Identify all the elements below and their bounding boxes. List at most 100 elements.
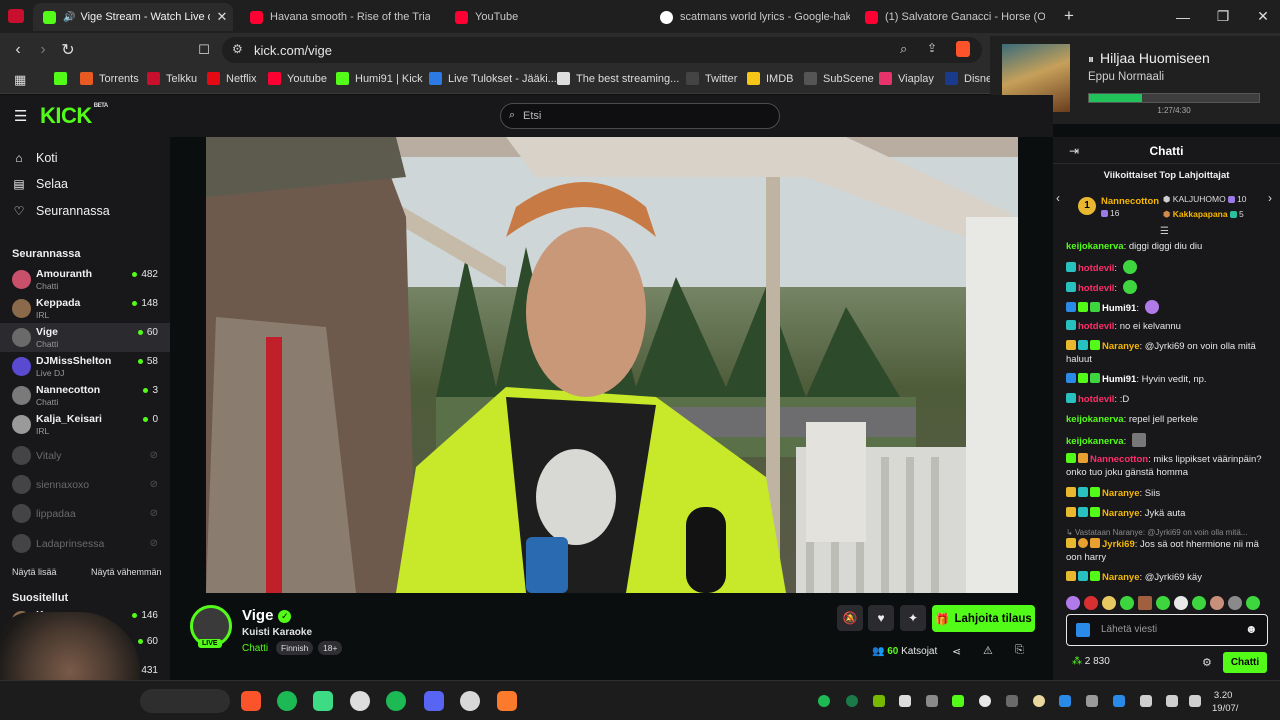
following-channel-vige[interactable]: Vige Chatti 60 (0, 323, 170, 352)
bookmark-streaming[interactable]: The best streaming... (557, 72, 679, 85)
new-tab-button[interactable]: + (1064, 6, 1074, 26)
follow-button[interactable]: ♥ (868, 605, 894, 631)
tab-vige-stream[interactable]: 🔊 Vige Stream - Watch Live on ✕ (33, 3, 233, 31)
emote-icon[interactable] (1120, 596, 1134, 610)
following-channel-ladaprinsessa[interactable]: Ladaprinsessa ⊘ (0, 529, 170, 558)
bookmark-netflix[interactable]: Netflix (207, 72, 257, 85)
volume-tray-icon[interactable] (1166, 695, 1178, 707)
chat-username[interactable]: hotdevil (1078, 283, 1114, 294)
discord-icon[interactable] (424, 691, 444, 711)
tray-icon[interactable] (1033, 695, 1045, 707)
sparkle-button[interactable]: ✦ (900, 605, 926, 631)
pause-icon[interactable]: ⏸ (1088, 52, 1094, 66)
chat-username[interactable]: hotdevil (1078, 263, 1114, 274)
bookmark-viaplay[interactable]: Viaplay (879, 72, 934, 85)
chat-username[interactable]: Naranye (1102, 488, 1140, 499)
bluetooth-tray-icon[interactable] (1059, 695, 1071, 707)
forward-icon[interactable]: › (33, 40, 53, 60)
emote-icon[interactable] (1084, 596, 1098, 610)
clip-icon[interactable]: ⎘ (1015, 644, 1024, 657)
chat-username[interactable]: Naranye (1102, 508, 1140, 519)
following-channel-djmissshelton[interactable]: DJMissShelton Live DJ 58 (0, 352, 170, 381)
bookmark-imdb[interactable]: IMDB (747, 72, 794, 85)
tab-youtube[interactable]: YouTube (445, 3, 645, 31)
tray-icon[interactable] (846, 695, 858, 707)
emote-icon[interactable] (1138, 596, 1152, 610)
bookmark-humi91[interactable]: Humi91 | Kick (336, 72, 423, 85)
emoji-icon[interactable]: ☻ (1245, 622, 1258, 636)
gifter-name[interactable]: ⬢ KALJUHOMO 10 (1163, 194, 1247, 205)
bookmark-torrents[interactable]: Torrents (80, 72, 139, 85)
bookmark-disney[interactable]: Disney (945, 72, 992, 85)
steam-icon[interactable] (460, 691, 480, 711)
gifter-name[interactable]: ⬢ Kakkapapana 5 (1163, 209, 1244, 220)
gift-subscription-button[interactable]: 🎁 Lahjoita tilaus (932, 605, 1035, 632)
chat-username[interactable]: Naranye (1102, 341, 1140, 352)
emote-icon[interactable] (1228, 596, 1242, 610)
tray-icon[interactable] (926, 695, 938, 707)
channel-points[interactable]: ⁂ 2 830 (1072, 656, 1110, 667)
menu-icon[interactable]: ☰ (14, 107, 27, 125)
show-less-link[interactable]: Näytä vähemmän (91, 567, 162, 577)
chat-username[interactable]: Jyrki69 (1102, 539, 1135, 550)
tray-icon[interactable] (1006, 695, 1018, 707)
bookmark-subscene[interactable]: SubScene (804, 72, 874, 85)
tag-finnish[interactable]: Finnish (276, 641, 314, 655)
browser-menu-icon[interactable] (8, 9, 24, 23)
microphone-tray-icon[interactable] (1140, 695, 1152, 707)
sidebar-item-home[interactable]: ⌂ Koti (12, 151, 57, 165)
bookmark-twitter[interactable]: Twitter (686, 72, 737, 85)
chat-username[interactable]: keijokanerva (1066, 436, 1124, 447)
report-icon[interactable]: ⚠ (983, 644, 993, 657)
search-input[interactable]: ⌕ Etsi (500, 103, 780, 129)
bookmark-youtube[interactable]: Youtube (268, 72, 327, 85)
share-icon[interactable]: ⋖ (952, 645, 961, 658)
defender-tray-icon[interactable] (1113, 695, 1125, 707)
onedrive-tray-icon[interactable] (899, 695, 911, 707)
chat-username[interactable]: Nannecotton (1090, 454, 1148, 465)
kick-emote-icon[interactable] (1076, 623, 1090, 637)
media-progress-bar[interactable] (1088, 93, 1260, 103)
following-channel-keppada[interactable]: Keppada IRL 148 (0, 294, 170, 323)
close-tab-icon[interactable]: ✕ (216, 9, 227, 25)
sidebar-item-browse[interactable]: ▤ Selaa (12, 177, 68, 191)
gifters-prev-icon[interactable]: ‹ (1056, 191, 1060, 205)
back-icon[interactable]: ‹ (8, 40, 28, 60)
chat-filter-icon[interactable]: ☰ (1160, 226, 1169, 237)
emote-icon[interactable] (1066, 596, 1080, 610)
site-settings-icon[interactable]: ⚙ (232, 42, 243, 56)
tag-18plus[interactable]: 18+ (318, 641, 343, 655)
emote-icon[interactable] (1192, 596, 1206, 610)
emote-icon[interactable] (1174, 596, 1188, 610)
gifter-name[interactable]: Nannecotton (1101, 196, 1159, 207)
brave-browser-icon[interactable] (241, 691, 261, 711)
following-channel-kalja-keisari[interactable]: Kalja_Keisari IRL 0 (0, 410, 170, 439)
stream-category[interactable]: Chatti (242, 643, 268, 654)
taskbar-search[interactable] (140, 689, 230, 713)
chat-username[interactable]: hotdevil (1078, 394, 1114, 405)
nvidia-tray-icon[interactable] (873, 695, 885, 707)
channel-name-heading[interactable]: Vige ✓ (242, 607, 292, 624)
emote-icon[interactable] (1246, 596, 1260, 610)
close-window-icon[interactable]: ✕ (1240, 0, 1280, 33)
brave-alt-icon[interactable] (497, 691, 517, 711)
bookmark-item[interactable] (54, 72, 73, 85)
gifters-next-icon[interactable]: › (1268, 191, 1272, 205)
chat-username[interactable]: Humi91 (1102, 303, 1136, 314)
bookmark-telkku[interactable]: Telkku (147, 72, 197, 85)
chrome-icon[interactable] (350, 691, 370, 711)
share-icon[interactable]: ⇪ (927, 41, 937, 55)
video-player[interactable] (206, 137, 1018, 593)
emote-icon[interactable] (1210, 596, 1224, 610)
following-channel-amouranth[interactable]: Amouranth Chatti 482 (0, 265, 170, 294)
bookmark-icon[interactable]: ☐ (194, 40, 214, 60)
tab-salvatore-ganacci[interactable]: (1) Salvatore Ganacci - Horse (Officia (855, 3, 1055, 31)
tray-icon[interactable] (1086, 695, 1098, 707)
following-channel-vitaly[interactable]: Vitaly ⊘ (0, 441, 170, 470)
brave-shield-icon[interactable] (956, 41, 970, 57)
show-more-link[interactable]: Näytä lisää (12, 567, 57, 577)
kick-logo[interactable]: KICK BETA (40, 103, 108, 129)
zoom-icon[interactable]: ⌕ (900, 41, 907, 57)
tray-icon[interactable] (979, 695, 991, 707)
chat-username[interactable]: Naranye (1102, 572, 1140, 583)
